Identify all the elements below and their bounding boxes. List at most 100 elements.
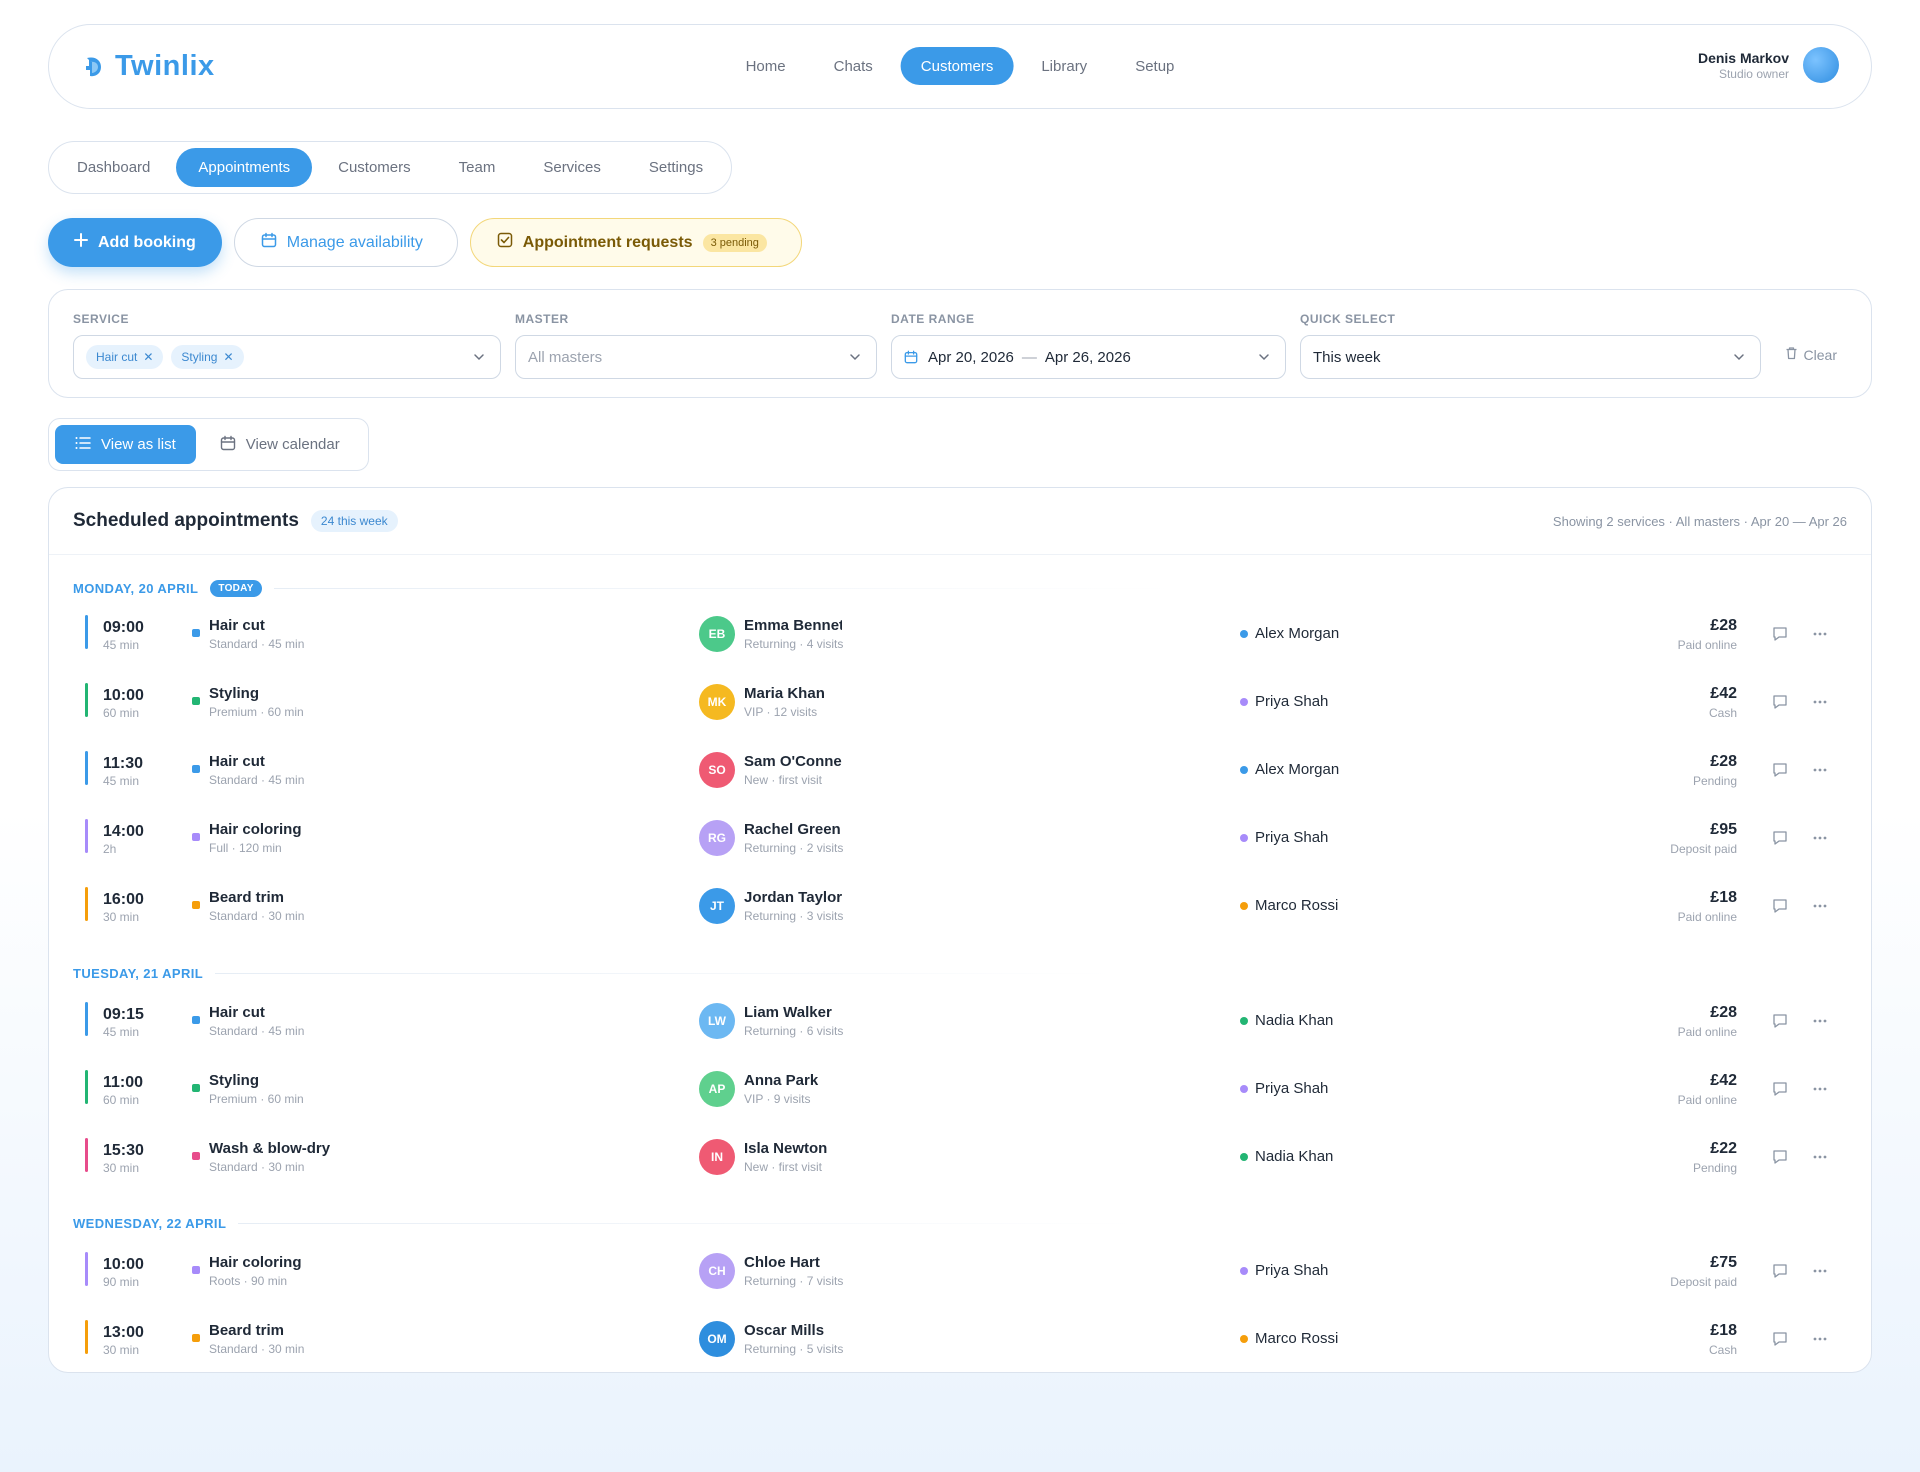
appointment-requests-label: Appointment requests xyxy=(522,233,693,251)
tab-dashboard[interactable]: Dashboard xyxy=(55,148,172,187)
more-options-icon[interactable] xyxy=(1811,1148,1829,1166)
manage-availability-button[interactable]: Manage availability xyxy=(233,218,458,267)
master-color-dot xyxy=(1240,766,1248,774)
more-options-icon[interactable] xyxy=(1811,1080,1829,1098)
view-as-list-button[interactable]: View as list xyxy=(55,425,196,464)
nav-customers[interactable]: Customers xyxy=(900,47,1014,85)
customer-name[interactable]: Emma Bennett xyxy=(744,617,842,634)
user-menu[interactable]: Denis Markov Studio owner xyxy=(1698,47,1839,83)
message-icon[interactable] xyxy=(1771,625,1789,643)
appointment-requests-button[interactable]: Appointment requests 3 pending xyxy=(469,218,802,267)
appointment-price: £18 xyxy=(1710,1322,1737,1339)
appointment-row[interactable]: 09:00 45 min Hair cut Standard · 45 min EB Em… xyxy=(49,601,1871,669)
chip-hair-cut[interactable]: Hair cut ✕ xyxy=(86,345,164,369)
service-select[interactable]: Hair cut ✕ Styling ✕ xyxy=(73,335,501,379)
appointment-time: 14:00 xyxy=(103,823,144,840)
time-bar xyxy=(85,1070,88,1104)
quick-select[interactable]: This week xyxy=(1300,335,1761,379)
tab-settings[interactable]: Settings xyxy=(627,148,725,187)
service-name: Wash & blow-dry xyxy=(209,1140,331,1157)
message-icon[interactable] xyxy=(1771,1012,1789,1030)
appointment-row[interactable]: 16:00 30 min Beard trim Standard · 30 min JT… xyxy=(49,873,1871,941)
message-icon[interactable] xyxy=(1771,1262,1789,1280)
more-options-icon[interactable] xyxy=(1811,1012,1829,1030)
customer-detail: Returning · 6 visits xyxy=(744,1024,844,1038)
customer-name[interactable]: Chloe Hart xyxy=(744,1254,842,1271)
view-calendar-button[interactable]: View calendar xyxy=(200,425,360,464)
appointment-row[interactable]: 15:30 30 min Wash & blow-dry Standard · 30 … xyxy=(49,1124,1871,1192)
avatar: SO xyxy=(699,752,735,788)
appointment-row[interactable]: 11:00 60 min Styling Premium · 60 min AP Anna… xyxy=(49,1056,1871,1124)
payment-status: Cash xyxy=(1708,706,1737,720)
customer-name[interactable]: Jordan Taylor xyxy=(744,889,842,906)
customer-detail: New · first visit xyxy=(744,773,822,787)
more-options-icon[interactable] xyxy=(1811,829,1829,847)
customer-detail: VIP · 12 visits xyxy=(744,705,818,719)
master-color-dot xyxy=(1240,1017,1248,1025)
message-icon[interactable] xyxy=(1771,1330,1789,1348)
chevron-down-icon xyxy=(850,354,860,361)
appointment-row[interactable]: 11:30 45 min Hair cut Standard · 45 min SO Sa… xyxy=(49,737,1871,805)
calendar-icon xyxy=(220,435,236,455)
payment-status: Paid online xyxy=(1677,1093,1737,1107)
filter-panel: SERVICE Hair cut ✕ Styling ✕ MASTER All ma… xyxy=(48,289,1872,398)
customer-name[interactable]: Maria Khan xyxy=(744,685,842,702)
chip-styling[interactable]: Styling ✕ xyxy=(171,345,244,369)
customer-detail: New · first visit xyxy=(744,1160,822,1174)
tab-appointments[interactable]: Appointments xyxy=(176,148,313,187)
avatar[interactable] xyxy=(1803,47,1839,83)
tab-customers[interactable]: Customers xyxy=(316,148,433,187)
more-options-icon[interactable] xyxy=(1811,1262,1829,1280)
view-as-list-label: View as list xyxy=(101,436,176,453)
add-booking-button[interactable]: Add booking xyxy=(48,218,222,267)
avatar: OM xyxy=(699,1321,735,1357)
close-icon[interactable]: ✕ xyxy=(143,350,153,364)
appointment-row[interactable]: 14:00 2h Hair coloring Full · 120 min RG Rach… xyxy=(49,805,1871,873)
customer-name[interactable]: Anna Park xyxy=(744,1072,842,1089)
message-icon[interactable] xyxy=(1771,897,1789,915)
message-icon[interactable] xyxy=(1771,761,1789,779)
service-name: Hair coloring xyxy=(209,1254,302,1271)
appointment-row[interactable]: 10:00 60 min Styling Premium · 60 min MK Mari… xyxy=(49,669,1871,737)
time-bar xyxy=(85,887,88,921)
master-name: Marco Rossi xyxy=(1255,897,1339,914)
nav-setup[interactable]: Setup xyxy=(1115,47,1194,85)
appointments-panel: Scheduled appointments 24 this week Show… xyxy=(48,487,1872,1373)
service-name: Styling xyxy=(209,1072,260,1089)
master-name: Priya Shah xyxy=(1255,829,1329,846)
more-options-icon[interactable] xyxy=(1811,625,1829,643)
more-options-icon[interactable] xyxy=(1811,693,1829,711)
logo[interactable]: Twinlix xyxy=(81,50,215,83)
nav-home[interactable]: Home xyxy=(726,47,806,85)
appointment-row[interactable]: 09:15 45 min Hair cut Standard · 45 min LW Li… xyxy=(49,988,1871,1056)
more-options-icon[interactable] xyxy=(1811,1330,1829,1348)
payment-status: Paid online xyxy=(1677,910,1737,924)
tab-services[interactable]: Services xyxy=(521,148,623,187)
nav-library[interactable]: Library xyxy=(1021,47,1107,85)
date-range-picker[interactable]: Apr 20, 2026 — Apr 26, 2026 xyxy=(891,335,1286,379)
appointment-row[interactable]: 13:00 30 min Beard trim Standard · 30 min OM… xyxy=(49,1306,1871,1372)
message-icon[interactable] xyxy=(1771,1080,1789,1098)
clear-filters-button[interactable]: Clear xyxy=(1785,346,1837,363)
master-select[interactable]: All masters xyxy=(515,335,877,379)
message-icon[interactable] xyxy=(1771,1148,1789,1166)
more-options-icon[interactable] xyxy=(1811,897,1829,915)
payment-status: Paid online xyxy=(1677,1025,1737,1039)
tab-team[interactable]: Team xyxy=(437,148,518,187)
nav-chats[interactable]: Chats xyxy=(814,47,893,85)
close-icon[interactable]: ✕ xyxy=(223,350,233,364)
service-detail: Standard · 30 min xyxy=(209,1342,305,1356)
customer-name[interactable]: Sam O'Connell xyxy=(744,753,842,770)
message-icon[interactable] xyxy=(1771,693,1789,711)
appointment-row[interactable]: 10:00 90 min Hair coloring Roots · 90 min CH… xyxy=(49,1238,1871,1306)
master-color-dot xyxy=(1240,1085,1248,1093)
more-options-icon[interactable] xyxy=(1811,761,1829,779)
customer-name[interactable]: Rachel Green xyxy=(744,821,842,838)
customer-name[interactable]: Isla Newton xyxy=(744,1140,842,1157)
customer-name[interactable]: Oscar Mills xyxy=(744,1322,842,1339)
service-detail: Premium · 60 min xyxy=(209,705,304,719)
message-icon[interactable] xyxy=(1771,829,1789,847)
master-name: Nadia Khan xyxy=(1255,1148,1334,1165)
customer-name[interactable]: Liam Walker xyxy=(744,1004,842,1021)
date-separator: — xyxy=(1021,348,1037,366)
